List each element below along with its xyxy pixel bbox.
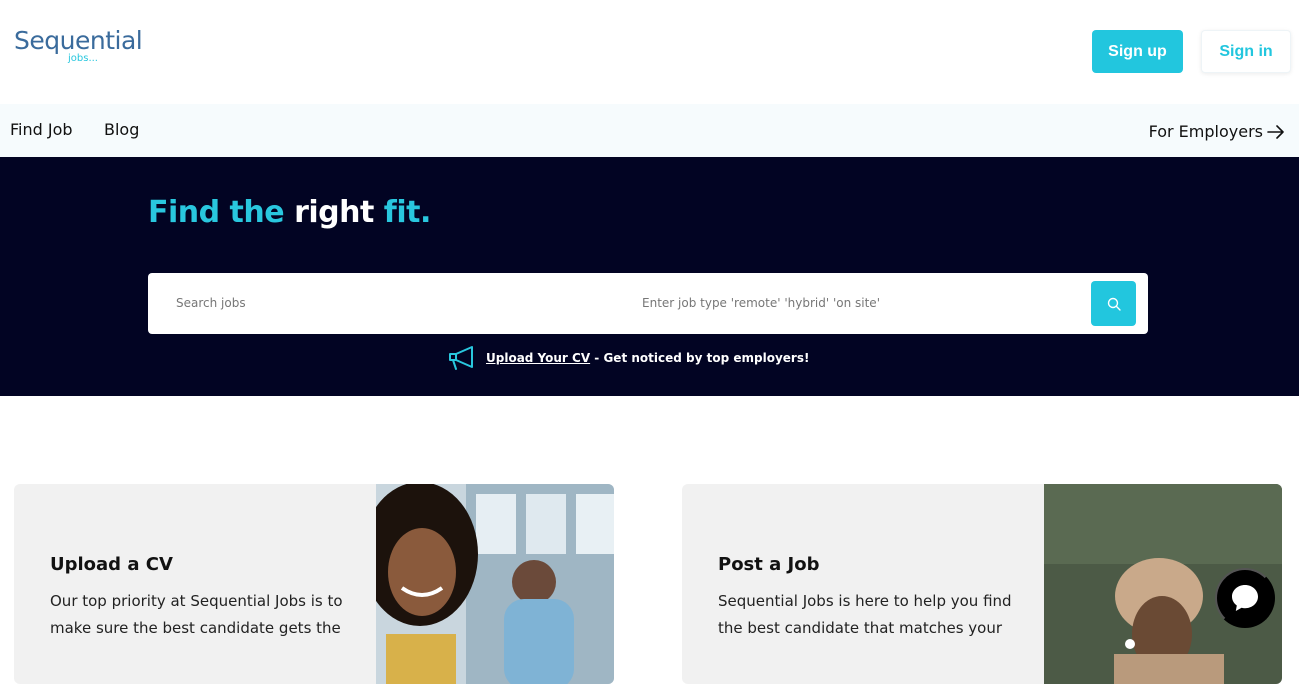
- sign-in-button[interactable]: Sign in: [1201, 30, 1291, 73]
- logo-subtitle: jobs...: [68, 53, 98, 64]
- nav-for-employers-label: For Employers: [1148, 122, 1263, 141]
- top-header: Sequential jobs... Sign up Sign in: [0, 0, 1299, 104]
- megaphone-icon: [449, 346, 473, 370]
- upload-cv-prompt: Upload Your CV - Get noticed by top empl…: [448, 344, 809, 372]
- upload-cv-text: Upload Your CV - Get noticed by top empl…: [486, 351, 809, 365]
- post-job-card[interactable]: Post a Job Sequential Jobs is here to he…: [682, 484, 1282, 684]
- logo[interactable]: Sequential jobs...: [14, 26, 154, 70]
- hero-title: Find the right fit.: [148, 195, 431, 230]
- logo-wordmark: Sequential: [14, 26, 143, 55]
- sign-up-button[interactable]: Sign up: [1092, 30, 1183, 73]
- job-type-input[interactable]: [628, 283, 1048, 323]
- arrow-right-icon: [1267, 124, 1284, 139]
- job-search-bar: [148, 273, 1148, 334]
- upload-cv-tagline: - Get noticed by top employers!: [590, 351, 810, 365]
- upload-cv-card[interactable]: Upload a CV Our top priority at Sequenti…: [14, 484, 614, 684]
- main-nav: Find Job Blog For Employers: [0, 104, 1299, 157]
- nav-blog[interactable]: Blog: [104, 120, 139, 139]
- chat-widget-button[interactable]: [1215, 568, 1275, 628]
- hero-section: Find the right fit. Upload Your CV - Get…: [0, 157, 1299, 396]
- card-description: Our top priority at Sequential Jobs is t…: [50, 592, 343, 637]
- card-title: Post a Job: [718, 554, 820, 575]
- hero-title-part1: Find the: [148, 195, 285, 230]
- search-jobs-input[interactable]: [162, 283, 582, 323]
- card-description: Sequential Jobs is here to help you find…: [718, 592, 1012, 637]
- card-title: Upload a CV: [50, 554, 173, 575]
- nav-find-job[interactable]: Find Job: [10, 120, 73, 139]
- search-icon: [1107, 297, 1121, 311]
- candidate-photo: [376, 484, 614, 684]
- upload-cv-link[interactable]: Upload Your CV: [486, 351, 590, 365]
- hero-title-part3: fit.: [383, 195, 432, 230]
- nav-for-employers[interactable]: For Employers: [1149, 122, 1285, 141]
- chat-icon: [1232, 585, 1258, 611]
- search-button[interactable]: [1091, 281, 1136, 326]
- hero-title-part2: right: [294, 195, 374, 230]
